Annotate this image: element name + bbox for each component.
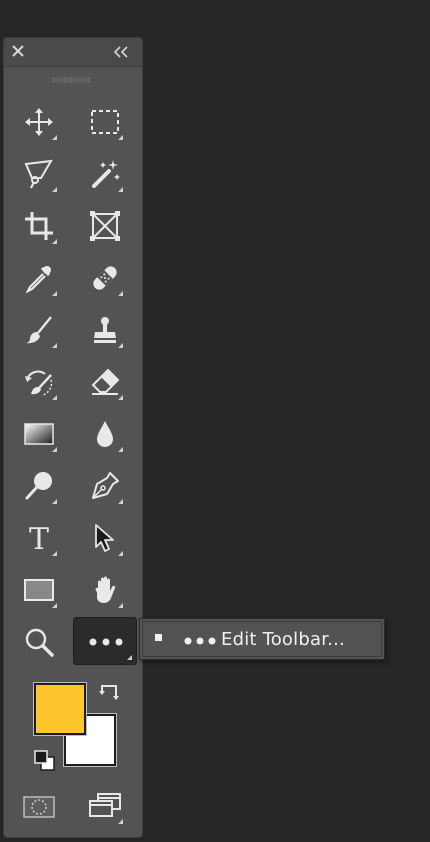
flyout-indicator: [118, 551, 123, 556]
more-dots-icon: [89, 638, 123, 646]
healing-brush-tool[interactable]: [83, 256, 127, 300]
edit-toolbar-label: Edit Toolbar...: [221, 629, 345, 650]
brush-icon: [26, 316, 52, 344]
gradient-icon: [24, 423, 54, 445]
blur-tool[interactable]: [83, 412, 127, 456]
double-chevron-left-icon[interactable]: [112, 43, 130, 61]
lasso-tool[interactable]: [17, 152, 61, 196]
edit-toolbar-flyout: Edit Toolbar...: [139, 618, 385, 660]
polygonal-lasso-icon: [24, 159, 53, 189]
brush-tool[interactable]: [17, 308, 61, 352]
dodge-tool[interactable]: [17, 464, 61, 508]
panel-grip[interactable]: [52, 69, 92, 83]
water-drop-icon: [97, 421, 113, 447]
flyout-indicator: [118, 135, 123, 140]
type-icon: T: [29, 522, 49, 554]
swap-arrows-icon[interactable]: [98, 683, 120, 703]
quick-mask-button[interactable]: [17, 784, 61, 828]
flyout-indicator: [118, 395, 123, 400]
pen-icon: [92, 472, 119, 499]
eyedropper-icon: [25, 266, 51, 294]
flyout-indicator: [118, 499, 123, 504]
foreground-color-swatch[interactable]: [33, 682, 87, 736]
svg-text:T: T: [29, 522, 49, 554]
screen-mode-button[interactable]: [83, 784, 127, 828]
gradient-tool[interactable]: [17, 412, 61, 456]
history-brush-icon: [25, 370, 53, 396]
eyedropper-tool[interactable]: [17, 256, 61, 300]
zoom-tool[interactable]: [17, 620, 61, 664]
flyout-indicator: [118, 819, 123, 824]
rectangle-icon: [24, 579, 54, 601]
screen-mode-icon: [89, 793, 121, 817]
clone-stamp-tool[interactable]: [83, 308, 127, 352]
flyout-indicator: [52, 499, 57, 504]
quick-mask-icon: [23, 796, 55, 818]
flyout-indicator: [52, 551, 57, 556]
dodge-icon: [25, 472, 52, 500]
hand-icon: [95, 576, 116, 603]
panel-header[interactable]: [4, 38, 142, 67]
flyout-indicator: [118, 603, 123, 608]
flyout-indicator: [52, 603, 57, 608]
move-tool[interactable]: [17, 100, 61, 144]
eraser-icon: [91, 368, 120, 395]
stamp-icon: [94, 317, 116, 343]
flyout-indicator: [52, 291, 57, 296]
flyout-indicator: [118, 447, 123, 452]
more-dots-icon: [184, 637, 216, 645]
flyout-indicator: [52, 239, 57, 244]
flyout-indicator: [118, 291, 123, 296]
pen-tool[interactable]: [83, 464, 127, 508]
close-icon[interactable]: [10, 43, 28, 61]
marquee-icon: [91, 110, 119, 134]
history-brush-tool[interactable]: [17, 360, 61, 404]
magic-wand-icon: [92, 160, 120, 188]
eraser-tool[interactable]: [83, 360, 127, 404]
default-colors-icon[interactable]: [34, 750, 56, 772]
rectangular-marquee-tool[interactable]: [83, 100, 127, 144]
flyout-indicator: [52, 395, 57, 400]
frame-tool[interactable]: [83, 204, 127, 248]
magnifier-icon: [25, 628, 54, 657]
edit-toolbar-menu-item[interactable]: Edit Toolbar...: [142, 621, 382, 657]
move-icon: [25, 108, 53, 136]
flyout-indicator: [52, 343, 57, 348]
flyout-indicator: [52, 187, 57, 192]
flyout-indicator: [127, 655, 132, 660]
crop-tool[interactable]: [17, 204, 61, 248]
rectangle-tool[interactable]: [17, 568, 61, 612]
bandage-icon: [93, 266, 117, 290]
arrow-cursor-icon: [95, 524, 114, 552]
crop-icon: [25, 212, 53, 240]
path-selection-tool[interactable]: [83, 516, 127, 560]
type-tool[interactable]: T: [17, 516, 61, 560]
magic-wand-tool[interactable]: [83, 152, 127, 196]
hand-tool[interactable]: [83, 568, 127, 612]
flyout-indicator: [118, 187, 123, 192]
edit-toolbar-tool[interactable]: [73, 617, 137, 665]
flyout-indicator: [118, 343, 123, 348]
selected-bullet-icon: [155, 634, 162, 641]
flyout-indicator: [52, 135, 57, 140]
flyout-indicator: [52, 447, 57, 452]
frame-icon: [90, 211, 120, 241]
